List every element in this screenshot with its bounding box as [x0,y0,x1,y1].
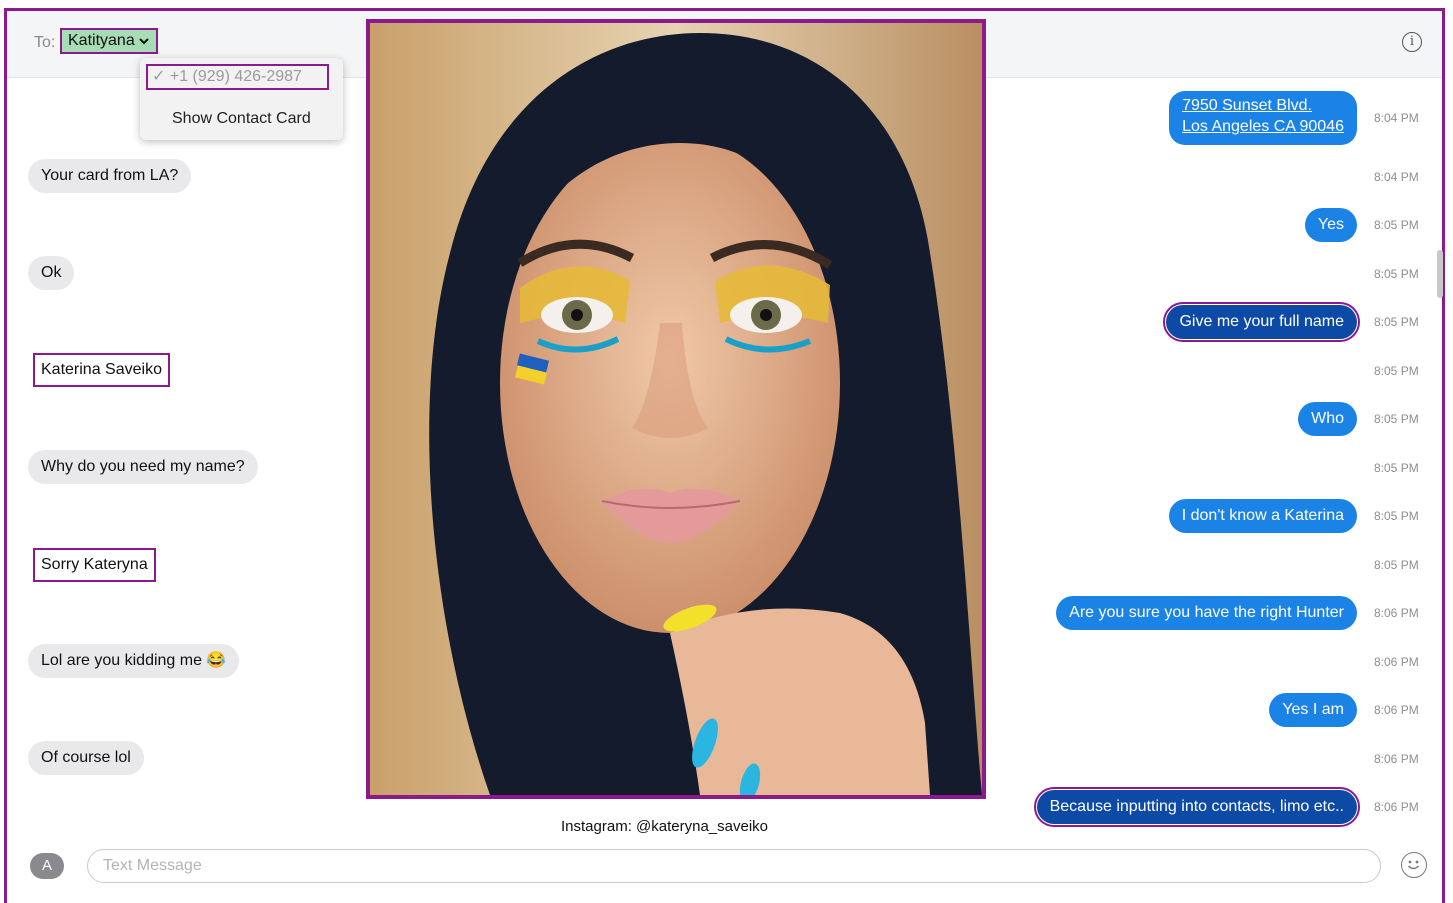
emoji-icon[interactable] [1401,852,1427,878]
received-message: Sorry Kateryna [33,548,156,582]
appstore-icon[interactable]: A [30,853,64,879]
timestamp: 8:06 PM [1374,606,1419,620]
info-icon[interactable]: i [1402,32,1422,52]
sent-message: I don't know a Katerina [1168,499,1357,533]
timestamp: 8:06 PM [1374,655,1419,669]
sent-message: Who [1298,402,1357,436]
timestamp: 8:05 PM [1374,461,1419,475]
timestamp: 8:06 PM [1374,752,1419,766]
recipient-chip[interactable]: Katityana [60,28,158,54]
sent-message: Because inputting into contacts, limo et… [1033,787,1361,827]
portrait-photo [366,19,986,799]
timestamp: 8:05 PM [1374,315,1419,329]
timestamp: 8:05 PM [1374,364,1419,378]
text-message-input[interactable]: Text Message [87,849,1381,883]
recipient-name: Katityana [68,32,135,49]
photo-caption: Instagram: @kateryna_saveiko [561,818,768,835]
received-message: Why do you need my name? [28,450,258,484]
popup-phone-item[interactable]: ✓ +1 (929) 426-2987 [146,64,329,90]
timestamp: 8:06 PM [1374,703,1419,717]
timestamp: 8:05 PM [1374,218,1419,232]
smiley-face-icon [1407,860,1420,870]
chevron-down-icon [139,38,149,45]
received-message: Ok [28,256,75,290]
timestamp: 8:05 PM [1374,267,1419,281]
timestamp: 8:04 PM [1374,111,1419,125]
sent-message: Give me your full name [1163,302,1360,342]
timestamp: 8:04 PM [1374,170,1419,184]
received-message: Of course lol [28,741,144,775]
timestamp: 8:06 PM [1374,800,1419,814]
portrait-illustration [370,23,982,795]
received-message: Your card from LA? [28,159,192,193]
sent-message: Yes [1304,208,1357,242]
timestamp: 8:05 PM [1374,558,1419,572]
sent-message: Yes I am [1269,693,1357,727]
contact-popup-menu: ✓ +1 (929) 426-2987 Show Contact Card [140,58,343,140]
sent-message-address[interactable]: 7950 Sunset Blvd. Los Angeles CA 90046 [1169,91,1357,145]
scrollbar-thumb[interactable] [1437,250,1443,298]
timestamp: 8:05 PM [1374,412,1419,426]
timestamp: 8:05 PM [1374,509,1419,523]
to-label: To: [34,34,56,51]
show-contact-card-item[interactable]: Show Contact Card [172,110,311,128]
received-message: Lol are you kidding me 😂 [28,644,240,678]
received-message: Katerina Saveiko [33,353,170,387]
sent-message: Are you sure you have the right Hunter [1056,596,1357,630]
